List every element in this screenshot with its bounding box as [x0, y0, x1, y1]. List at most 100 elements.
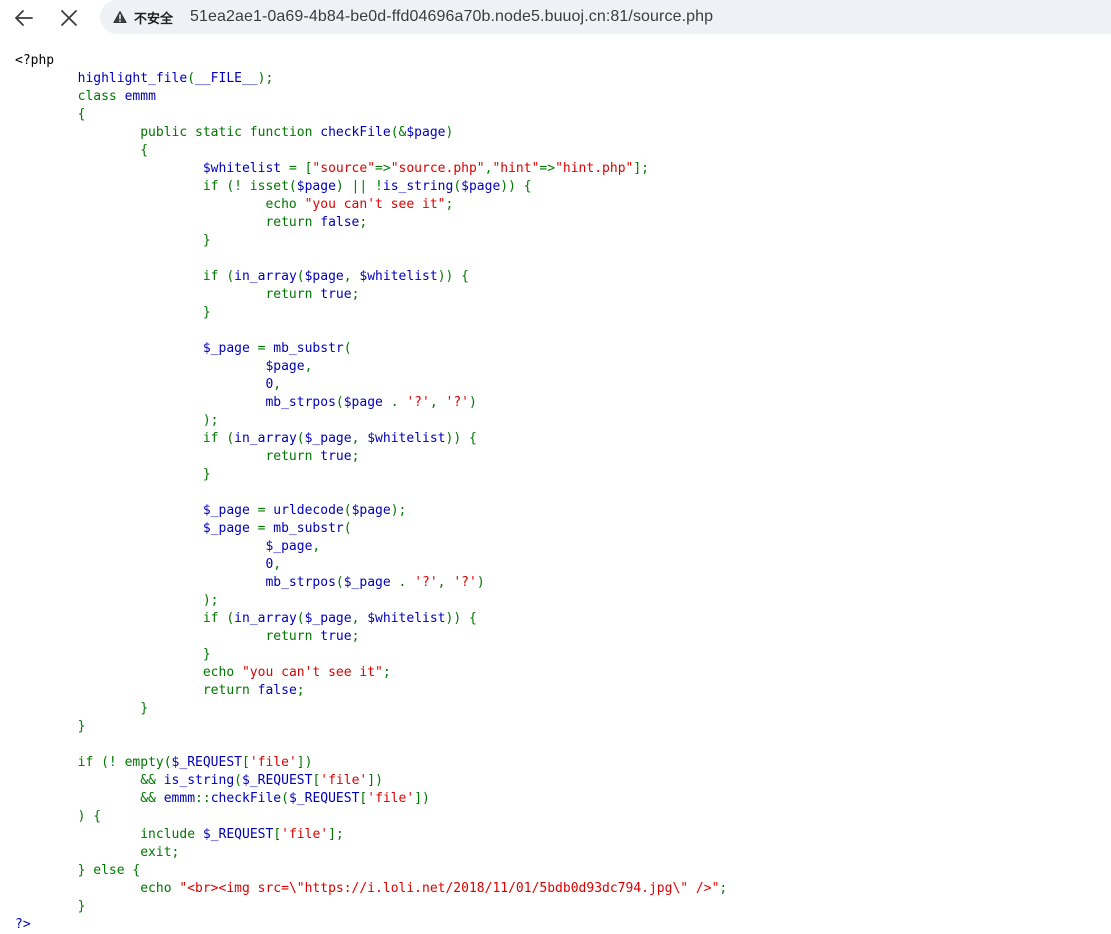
code-line: include $_REQUEST['file'];: [15, 826, 727, 844]
code-token: ];: [328, 827, 344, 842]
code-token: return: [265, 287, 321, 302]
code-token: is_string: [163, 773, 235, 788]
address-bar[interactable]: 不安全 51ea2ae1-0a69-4b84-be0d-ffd04696a70b…: [100, 0, 1111, 34]
code-token: &&: [140, 773, 164, 788]
code-token: }: [77, 899, 86, 914]
warning-triangle-icon[interactable]: [112, 9, 128, 25]
code-token: class: [77, 89, 125, 104]
code-token: "you can't see it": [304, 197, 446, 212]
code-line: }: [15, 232, 727, 250]
code-token: ]): [367, 773, 383, 788]
code-line: echo "you can't see it";: [15, 664, 727, 682]
code-line: }: [15, 466, 727, 484]
code-token: "source": [312, 161, 376, 176]
back-button[interactable]: [9, 3, 39, 33]
code-token: ,: [273, 377, 282, 392]
code-line: {: [15, 106, 727, 124]
code-token: $_REQUEST: [242, 773, 313, 788]
code-token: ) || !: [335, 179, 383, 194]
code-token: )) {: [437, 269, 469, 284]
stop-button[interactable]: [54, 3, 84, 33]
code-line: $_page,: [15, 538, 727, 556]
code-token: );: [202, 593, 219, 608]
code-token: )) {: [500, 179, 532, 194]
code-line: <?php: [15, 52, 727, 70]
code-line: return false;: [15, 214, 727, 232]
code-line: mb_strpos($page . '?', '?'): [15, 394, 727, 412]
code-line: if (in_array($_page, $whitelist)) {: [15, 430, 727, 448]
code-token: $_page: [304, 431, 352, 446]
code-line: && is_string($_REQUEST['file']): [15, 772, 727, 790]
code-token: ,: [351, 431, 368, 446]
code-line: exit;: [15, 844, 727, 862]
browser-toolbar: 不安全 51ea2ae1-0a69-4b84-be0d-ffd04696a70b…: [0, 0, 1111, 36]
page-content: <?php highlight_file ( __FILE__); class em…: [0, 44, 1111, 932]
code-token: if (: [202, 269, 235, 284]
code-line: );: [15, 412, 727, 430]
url-text[interactable]: 51ea2ae1-0a69-4b84-be0d-ffd04696a70b.nod…: [190, 8, 713, 26]
code-line: );: [15, 592, 727, 610]
code-token: $_REQUEST: [171, 755, 242, 770]
code-token: ;: [445, 197, 454, 212]
code-token: ;: [296, 683, 305, 698]
code-token: ;: [359, 215, 368, 230]
code-token: false: [257, 683, 297, 698]
code-token: (: [343, 521, 352, 536]
code-token: __FILE__: [195, 71, 258, 86]
security-status-label[interactable]: 不安全: [134, 8, 173, 27]
code-line: ) {: [15, 808, 727, 826]
code-token: return: [202, 683, 258, 698]
code-line: public static function checkFile(&$page): [15, 124, 727, 142]
code-line: }: [15, 646, 727, 664]
code-line: echo "<br><img src=\"https://i.loli.net/…: [15, 880, 727, 898]
code-token: (: [335, 575, 344, 590]
code-line: mb_strpos($_page . '?', '?'): [15, 574, 727, 592]
code-token: emmm: [124, 89, 156, 104]
code-token: 'file': [249, 755, 297, 770]
code-line: }: [15, 718, 727, 736]
code-token: ;: [351, 287, 360, 302]
code-token: } else {: [77, 863, 141, 878]
code-token: ): [468, 395, 477, 410]
code-token: (: [234, 773, 242, 788]
code-line: return true;: [15, 628, 727, 646]
code-token: (: [335, 395, 344, 410]
code-line: && emmm::checkFile($_REQUEST['file']): [15, 790, 727, 808]
code-token: mb_strpos: [265, 395, 336, 410]
code-token: $whitelist: [367, 611, 446, 626]
code-token: in_array: [234, 611, 297, 626]
code-token: highlight_file: [77, 71, 188, 86]
code-token: $whitelist: [202, 161, 289, 176]
code-token: );: [202, 413, 219, 428]
code-token: true: [320, 629, 352, 644]
code-token: '?': [406, 395, 430, 410]
code-line: } else {: [15, 862, 727, 880]
code-token: );: [257, 71, 274, 86]
code-token: (: [343, 503, 352, 518]
code-token: ]): [296, 755, 313, 770]
code-token: $page: [406, 125, 446, 140]
code-token: (: [296, 269, 305, 284]
code-token: [: [273, 827, 282, 842]
code-token: exit;: [140, 845, 180, 860]
code-token: }: [202, 233, 211, 248]
code-token: )) {: [445, 611, 477, 626]
